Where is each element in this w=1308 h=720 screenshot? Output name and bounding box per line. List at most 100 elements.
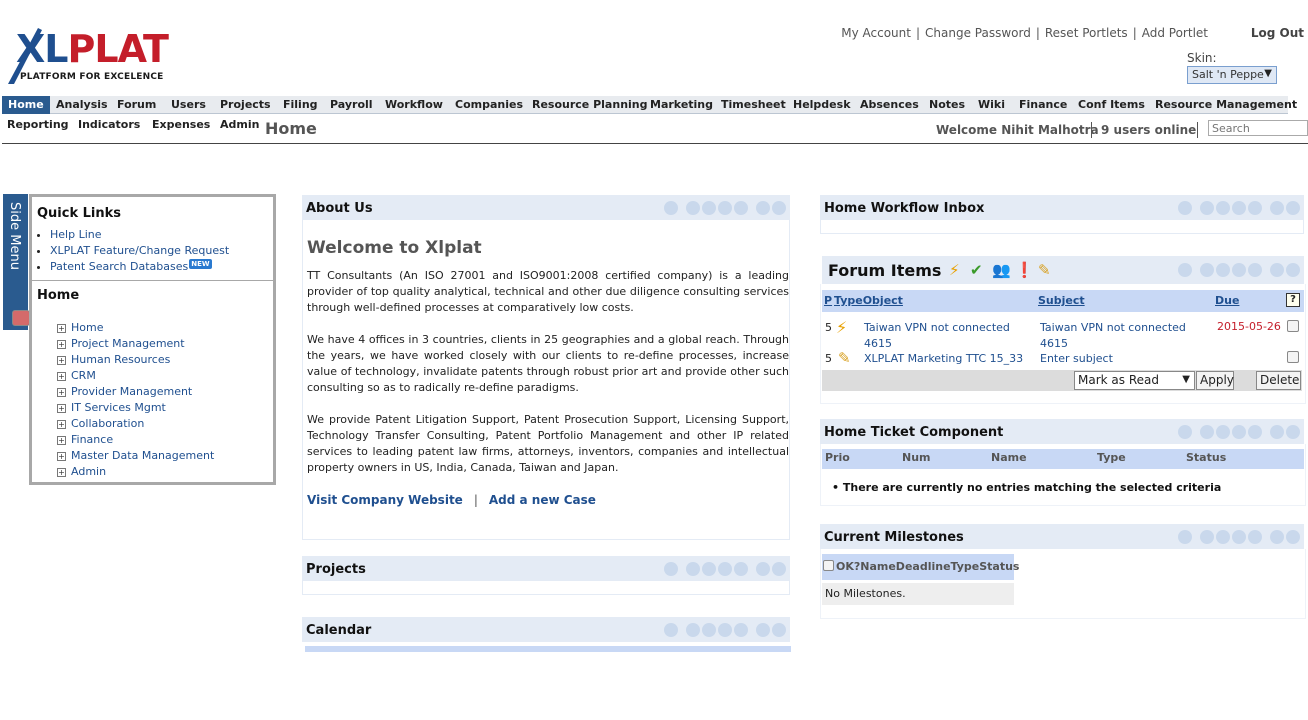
edit-icon[interactable] (1286, 425, 1300, 439)
move-left-icon[interactable] (1200, 263, 1214, 277)
nav-payroll[interactable]: Payroll (330, 96, 373, 114)
tree-item[interactable]: + Collaboration (57, 416, 214, 432)
reset-portlets-link[interactable]: Reset Portlets (1045, 26, 1128, 40)
tree-link-project-management[interactable]: Project Management (71, 337, 185, 350)
minimize-icon[interactable] (664, 623, 678, 637)
move-down-icon[interactable] (718, 201, 732, 215)
move-down-icon[interactable] (1232, 201, 1246, 215)
expand-icon[interactable]: + (57, 451, 66, 461)
nav-forum[interactable]: Forum (117, 96, 156, 114)
move-down-icon[interactable] (1232, 425, 1246, 439)
move-up-icon[interactable] (702, 201, 716, 215)
my-account-link[interactable]: My Account (841, 26, 911, 40)
move-down-icon[interactable] (1232, 530, 1246, 544)
move-up-icon[interactable] (1216, 201, 1230, 215)
close-icon[interactable] (756, 623, 770, 637)
tree-link-provider-management[interactable]: Provider Management (71, 385, 192, 398)
nav-workflow[interactable]: Workflow (385, 96, 443, 114)
edit-icon[interactable] (772, 201, 786, 215)
side-menu-toggle[interactable]: Side Menu (3, 194, 30, 330)
expand-icon[interactable]: + (57, 419, 66, 429)
nav-reporting[interactable]: Reporting (7, 116, 69, 134)
patent-search-link[interactable]: Patent Search Databases (50, 260, 188, 273)
close-icon[interactable] (1270, 530, 1284, 544)
expand-icon[interactable]: + (57, 387, 66, 397)
minimize-icon[interactable] (664, 562, 678, 576)
move-left-icon[interactable] (686, 562, 700, 576)
move-right-icon[interactable] (734, 623, 748, 637)
expand-icon[interactable]: + (57, 435, 66, 445)
move-down-icon[interactable] (1232, 263, 1246, 277)
tree-link-finance[interactable]: Finance (71, 433, 113, 446)
nav-notes[interactable]: Notes (929, 96, 965, 114)
move-up-icon[interactable] (702, 623, 716, 637)
nav-projects[interactable]: Projects (220, 96, 271, 114)
tree-link-home[interactable]: Home (71, 321, 103, 334)
nav-resource-management[interactable]: Resource Management (1155, 96, 1297, 114)
move-up-icon[interactable] (1216, 263, 1230, 277)
move-left-icon[interactable] (686, 623, 700, 637)
move-down-icon[interactable] (718, 623, 732, 637)
move-up-icon[interactable] (1216, 425, 1230, 439)
skin-select[interactable]: Salt 'n Peppe ▼ (1187, 66, 1277, 84)
move-right-icon[interactable] (1248, 263, 1262, 277)
move-right-icon[interactable] (1248, 425, 1262, 439)
expand-icon[interactable]: + (57, 371, 66, 381)
edit-icon[interactable] (772, 562, 786, 576)
minimize-icon[interactable] (1178, 425, 1192, 439)
move-right-icon[interactable] (1248, 201, 1262, 215)
nav-marketing[interactable]: Marketing (650, 96, 713, 114)
expand-icon[interactable]: + (57, 467, 66, 477)
minimize-icon[interactable] (664, 201, 678, 215)
nav-resource-planning[interactable]: Resource Planning (532, 96, 648, 114)
move-left-icon[interactable] (686, 201, 700, 215)
expand-icon[interactable]: + (57, 355, 66, 365)
help-line-link[interactable]: Help Line (50, 228, 102, 241)
change-password-link[interactable]: Change Password (925, 26, 1031, 40)
edit-icon[interactable] (772, 623, 786, 637)
add-case-link[interactable]: Add a new Case (489, 493, 596, 507)
move-left-icon[interactable] (1200, 425, 1214, 439)
search-input[interactable] (1208, 120, 1308, 136)
nav-wiki[interactable]: Wiki (978, 96, 1005, 114)
nav-users[interactable]: Users (171, 96, 206, 114)
move-left-icon[interactable] (1200, 201, 1214, 215)
close-icon[interactable] (1270, 263, 1284, 277)
nav-absences[interactable]: Absences (860, 96, 919, 114)
edit-icon[interactable] (1286, 530, 1300, 544)
logout-link[interactable]: Log Out (1251, 26, 1304, 40)
lightning-icon[interactable]: ⚡ (949, 262, 960, 278)
expand-icon[interactable]: + (57, 403, 66, 413)
nav-filing[interactable]: Filing (283, 96, 318, 114)
expand-icon[interactable]: + (57, 339, 66, 349)
expand-icon[interactable]: + (57, 323, 66, 333)
tree-link-master-data[interactable]: Master Data Management (71, 449, 214, 462)
move-up-icon[interactable] (1216, 530, 1230, 544)
feature-request-link[interactable]: XLPLAT Feature/Change Request (50, 244, 229, 257)
tree-item[interactable]: + Finance (57, 432, 214, 448)
tree-link-it-services[interactable]: IT Services Mgmt (71, 401, 166, 414)
tree-link-crm[interactable]: CRM (71, 369, 96, 382)
tree-item[interactable]: + Provider Management (57, 384, 214, 400)
pencil-icon[interactable]: ✎ (1038, 262, 1051, 278)
close-icon[interactable] (1270, 201, 1284, 215)
tree-item[interactable]: + Admin (57, 464, 214, 480)
nav-expenses[interactable]: Expenses (152, 116, 210, 134)
minimize-icon[interactable] (1178, 263, 1192, 277)
move-up-icon[interactable] (702, 562, 716, 576)
move-right-icon[interactable] (734, 201, 748, 215)
tree-link-admin[interactable]: Admin (71, 465, 106, 478)
tree-link-human-resources[interactable]: Human Resources (71, 353, 170, 366)
edit-icon[interactable] (1286, 263, 1300, 277)
minimize-icon[interactable] (1178, 530, 1192, 544)
edit-icon[interactable] (1286, 201, 1300, 215)
nav-helpdesk[interactable]: Helpdesk (793, 96, 851, 114)
tree-item[interactable]: + Project Management (57, 336, 214, 352)
check-icon[interactable]: ✔ (970, 262, 983, 278)
nav-home[interactable]: Home (2, 96, 50, 114)
nav-conf-items[interactable]: Conf Items (1078, 96, 1145, 114)
nav-finance[interactable]: Finance (1019, 96, 1067, 114)
move-right-icon[interactable] (734, 562, 748, 576)
move-down-icon[interactable] (718, 562, 732, 576)
tree-link-collaboration[interactable]: Collaboration (71, 417, 144, 430)
